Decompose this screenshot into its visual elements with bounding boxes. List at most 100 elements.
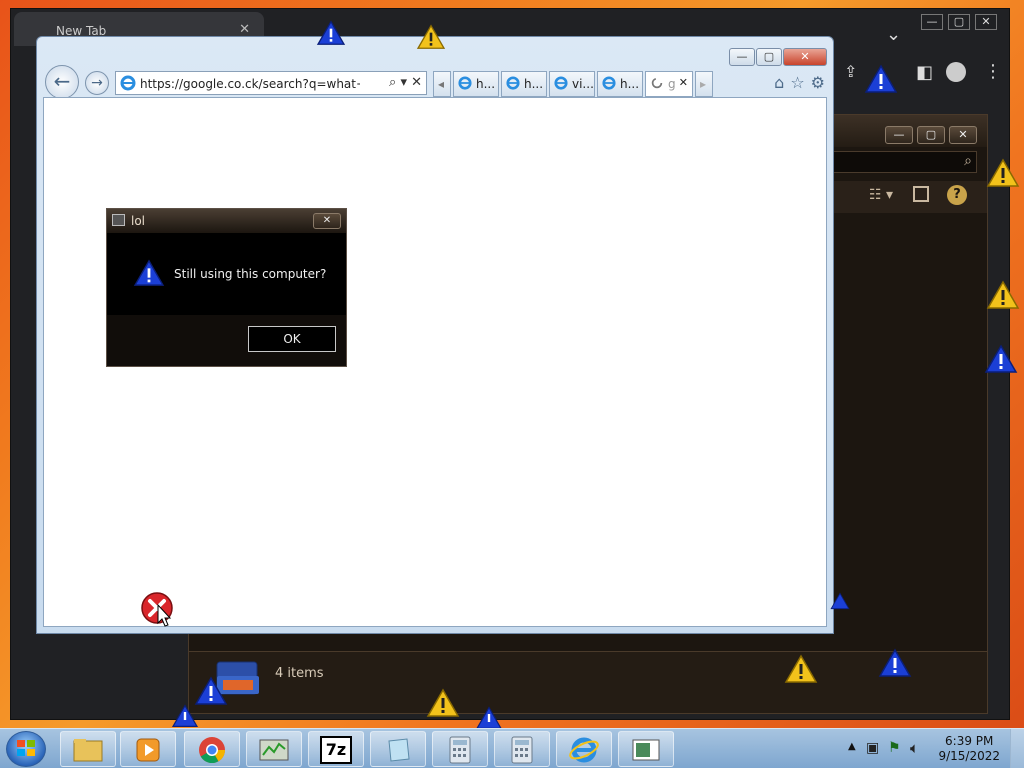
warning-icon: [416, 24, 450, 54]
warning-icon: [878, 648, 912, 678]
system-tray: ▲ ▣ ⚑ 🔈︎ 6:39 PM 9/15/2022: [842, 729, 1024, 768]
dialog-message: Still using this computer?: [174, 267, 327, 281]
taskbar-media-player-button[interactable]: [120, 731, 176, 767]
warning-icon: [830, 590, 864, 620]
tab-label: h...: [524, 77, 544, 91]
explorer-status-bar: 4 items: [189, 651, 987, 713]
chrome-minimize-button[interactable]: —: [921, 14, 943, 30]
show-desktop-button[interactable]: [1010, 729, 1024, 768]
calculator-icon: [449, 736, 471, 764]
preview-pane-icon[interactable]: [913, 186, 929, 202]
ie-tab-active[interactable]: g ✕: [645, 71, 693, 97]
dialog-footer: OK: [107, 315, 346, 366]
warning-icon: [984, 344, 1018, 374]
ie-tab[interactable]: h...: [453, 71, 499, 97]
dialog-body: Still using this computer?: [107, 233, 346, 317]
tab-label: h...: [476, 77, 496, 91]
home-icon[interactable]: ⌂: [774, 73, 784, 92]
explorer-maximize-button[interactable]: ▢: [917, 126, 945, 144]
clock-time: 6:39 PM: [945, 734, 994, 748]
volume-icon[interactable]: 🔈︎: [910, 739, 919, 757]
dialog-app-icon: [112, 214, 125, 226]
back-button[interactable]: ←: [45, 65, 79, 99]
explorer-folder-icon: [73, 739, 103, 762]
tab-label: h...: [620, 77, 640, 91]
clock[interactable]: 6:39 PM 9/15/2022: [938, 734, 1000, 764]
ie-tab-icon: [602, 76, 616, 93]
ie-tab[interactable]: h...: [501, 71, 547, 97]
warning-icon: [316, 20, 350, 50]
dialog-title: lol: [131, 214, 146, 228]
ie-tab[interactable]: vi...: [549, 71, 595, 97]
warning-icon: [133, 259, 165, 291]
taskbar-7zip-button[interactable]: 7z: [308, 731, 364, 767]
favorites-star-icon[interactable]: ☆: [790, 73, 804, 92]
tools-gear-icon[interactable]: ⚙: [811, 73, 825, 92]
help-icon[interactable]: ?: [947, 185, 967, 205]
warning-icon: [194, 676, 228, 706]
taskbar: 7z ▲ ▣ ⚑ 🔈︎ 6:39 PM 9/15/2022: [0, 728, 1024, 768]
view-options-icon[interactable]: ☷ ▾: [869, 187, 893, 203]
address-bar[interactable]: https://google.co.ck/search?q=what+happe…: [115, 71, 427, 95]
taskbar-notepad-button[interactable]: [370, 731, 426, 767]
warning-icon: [784, 654, 818, 684]
start-button[interactable]: [6, 731, 46, 767]
clock-date: 9/15/2022: [938, 749, 1000, 763]
explorer-minimize-button[interactable]: —: [885, 126, 913, 144]
warning-icon: [986, 280, 1020, 310]
taskbar-explorer-button[interactable]: [60, 731, 116, 767]
ie-maximize-button[interactable]: ▢: [756, 48, 782, 66]
explorer-close-button[interactable]: ✕: [949, 126, 977, 144]
explorer-item-count: 4 items: [275, 666, 324, 681]
new-tab-icon[interactable]: ▸: [695, 71, 713, 97]
7zip-icon: 7z: [320, 736, 352, 764]
chrome-menu-icon[interactable]: ⋮: [984, 61, 1002, 82]
chrome-tab-close-icon[interactable]: ✕: [239, 22, 250, 37]
tab-scroll-left-icon[interactable]: ◂: [433, 71, 451, 97]
network-icon[interactable]: ▣: [866, 740, 879, 756]
media-player-icon: [136, 738, 160, 762]
calculator-icon: [511, 736, 533, 764]
notepad-icon: [388, 738, 410, 762]
taskbar-calculator-button[interactable]: [494, 731, 550, 767]
warning-icon: [426, 688, 460, 718]
forward-button[interactable]: →: [85, 71, 109, 95]
show-hidden-icons-icon[interactable]: ▲: [848, 741, 856, 752]
ie-command-icons: ⌂ ☆ ⚙: [768, 73, 825, 92]
ok-button[interactable]: OK: [248, 326, 336, 352]
ie-tab[interactable]: h...: [597, 71, 643, 97]
chrome-tab-search-icon[interactable]: ⌄: [886, 24, 901, 45]
ie-tab-icon: [458, 76, 472, 93]
taskbar-internet-explorer-button[interactable]: [556, 731, 612, 767]
profile-avatar-icon[interactable]: [946, 62, 966, 82]
taskbar-task-manager-button[interactable]: [246, 731, 302, 767]
search-icon: ⌕: [964, 153, 972, 169]
monitor-icon: [632, 739, 660, 761]
internet-explorer-icon: [569, 737, 599, 763]
task-manager-icon: [259, 739, 289, 761]
ie-tab-icon: [506, 76, 520, 93]
ie-page-icon: [120, 75, 136, 94]
warning-icon: [986, 158, 1020, 188]
dialog-close-button[interactable]: ✕: [313, 213, 341, 229]
tab-label: vi...: [572, 77, 594, 91]
action-center-flag-icon[interactable]: ⚑: [888, 740, 901, 756]
chrome-close-button[interactable]: ✕: [975, 14, 997, 30]
warning-icon: [864, 64, 898, 94]
chrome-window-controls: — ▢ ✕: [916, 10, 997, 30]
tab-label: g: [668, 77, 676, 91]
address-url[interactable]: https://google.co.ck/search?q=what+happe: [140, 77, 360, 91]
tab-close-icon[interactable]: ✕: [679, 76, 688, 89]
ie-minimize-button[interactable]: —: [729, 48, 755, 66]
taskbar-chrome-button[interactable]: [184, 731, 240, 767]
taskbar-calculator-button[interactable]: [432, 731, 488, 767]
ie-tab-icon: [554, 76, 568, 93]
ie-close-button[interactable]: ✕: [783, 48, 827, 66]
sidebar-icon[interactable]: ◧: [916, 62, 933, 83]
share-icon[interactable]: ⇪: [844, 62, 857, 81]
address-search-dropdown-refresh-icons[interactable]: ⌕ ▾ ✕: [389, 75, 422, 90]
ie-window-controls: — ▢ ✕: [728, 45, 827, 66]
chrome-maximize-button[interactable]: ▢: [948, 14, 970, 30]
taskbar-monitor-button[interactable]: [618, 731, 674, 767]
alert-dialog: lol ✕ Still using this computer? OK: [106, 208, 347, 367]
